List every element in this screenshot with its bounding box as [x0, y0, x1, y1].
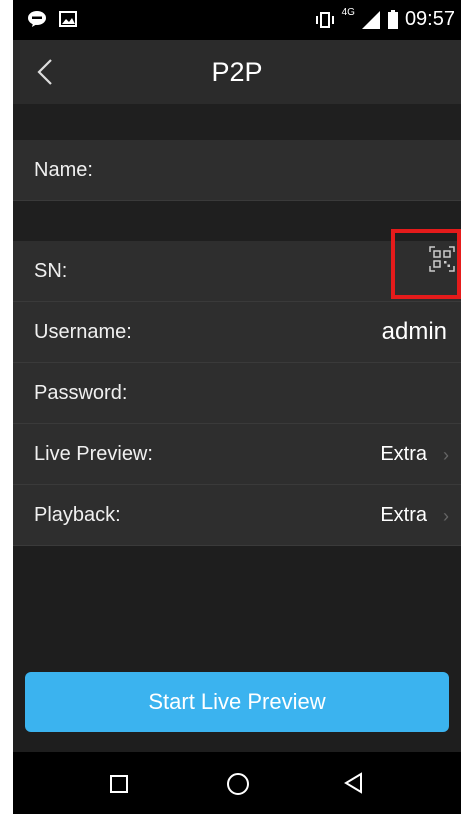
- chevron-right-icon: ›: [443, 506, 449, 526]
- qr-scan-button[interactable]: [391, 229, 461, 299]
- image-icon: [59, 11, 77, 27]
- username-field[interactable]: Username: admin: [13, 302, 461, 363]
- live-preview-value: Extra: [380, 443, 427, 465]
- recents-square-icon[interactable]: [110, 775, 128, 793]
- chevron-right-icon: ›: [443, 445, 449, 465]
- home-circle-icon[interactable]: [227, 773, 249, 795]
- section-spacer: [13, 104, 461, 140]
- page-title: P2P: [211, 57, 263, 87]
- status-bar: 4G 09:57: [13, 0, 461, 40]
- password-field[interactable]: Password:: [13, 363, 461, 424]
- start-live-preview-button[interactable]: Start Live Preview: [25, 672, 449, 732]
- name-label: Name:: [34, 159, 93, 181]
- clock: 09:57: [404, 8, 455, 30]
- sn-label: SN:: [34, 260, 68, 282]
- password-label: Password:: [34, 382, 128, 404]
- network-type: 4G: [341, 7, 355, 18]
- line-app-icon: [28, 11, 46, 27]
- sn-field[interactable]: SN:: [13, 229, 461, 302]
- playback-setting[interactable]: Playback: Extra ›: [13, 485, 461, 546]
- live-preview-label: Live Preview:: [34, 443, 153, 465]
- live-preview-setting[interactable]: Live Preview: Extra ›: [13, 424, 461, 485]
- username-value: admin: [381, 318, 447, 345]
- app-bar: P2P: [13, 40, 461, 104]
- playback-label: Playback:: [34, 504, 121, 526]
- name-field[interactable]: Name:: [13, 140, 461, 201]
- signal-icon: [361, 10, 380, 29]
- phone-screen: 4G 09:57 P2P Name: SN: Username: admin P…: [13, 0, 461, 814]
- vibrate-icon: [315, 11, 334, 28]
- qr-scan-icon: [429, 246, 455, 272]
- nav-bar: [13, 752, 461, 814]
- username-label: Username:: [34, 321, 132, 343]
- battery-icon: [387, 9, 398, 29]
- back-triangle-icon[interactable]: [343, 772, 365, 794]
- playback-value: Extra: [380, 504, 427, 526]
